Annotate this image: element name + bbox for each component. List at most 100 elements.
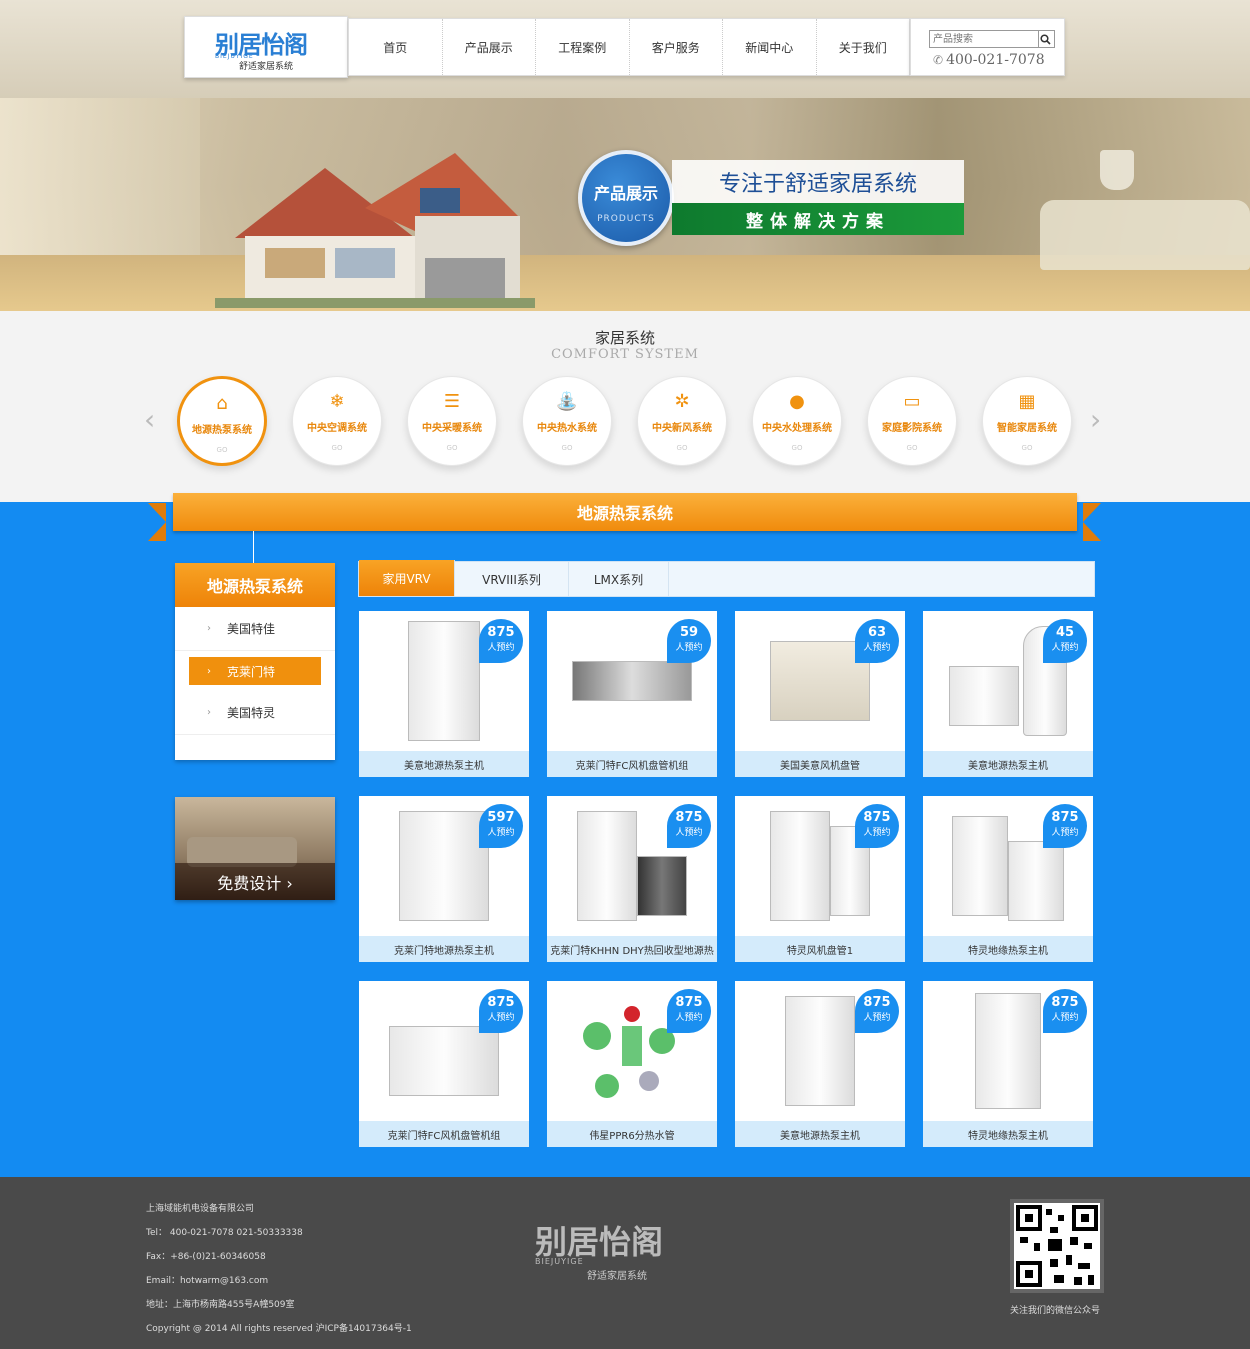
- droplet-icon: ●: [789, 391, 805, 412]
- footer: 上海域能机电设备有限公司 Tel： 400-021-7078 021-50333…: [0, 1177, 1250, 1349]
- system-item-heating[interactable]: ☰ 中央采暖系统 GO: [407, 376, 497, 466]
- footer-logo-text: 别居怡阁: [535, 1223, 664, 1261]
- sidebar-title: 地源热泵系统: [175, 563, 335, 607]
- product-name: 克莱门特FC风机盘管机组: [359, 1121, 529, 1147]
- email[interactable]: Email：hotwarm@163.com: [146, 1269, 412, 1293]
- system-label: 中央热水系统: [537, 423, 597, 434]
- nav-about[interactable]: 关于我们: [817, 19, 910, 75]
- product-name: 美意地源热泵主机: [923, 751, 1093, 777]
- product-card[interactable]: 875 人预约 特灵地缘热泵主机: [923, 796, 1093, 962]
- nav-home[interactable]: 首页: [349, 19, 443, 75]
- product-card[interactable]: 875 人预约 美意地源热泵主机: [735, 981, 905, 1147]
- system-label: 中央水处理系统: [762, 423, 832, 434]
- system-label: 中央空调系统: [307, 423, 367, 434]
- monitor-icon: ▭: [903, 391, 921, 412]
- product-card[interactable]: 597 人预约 克莱门特地源热泵主机: [359, 796, 529, 962]
- product-card[interactable]: 59 人预约 克莱门特FC风机盘管机组: [547, 611, 717, 777]
- systems-title: 家居系统: [594, 329, 655, 347]
- address: 地址：上海市杨南路455号A幢509室: [146, 1300, 295, 1310]
- product-tabs: 家用VRV VRVIII系列 LMX系列: [358, 560, 1095, 597]
- search-input[interactable]: [929, 30, 1039, 48]
- logo-tagline: 舒适家居系统: [238, 62, 293, 72]
- product-card[interactable]: 875 人预约 克莱门特FC风机盘管机组: [359, 981, 529, 1147]
- product-card[interactable]: 875 人预约 克莱门特KHHN DHY热回收型地源热: [547, 796, 717, 962]
- systems-subtitle: COMFORT SYSTEM: [551, 347, 699, 362]
- booking-badge: 597 人预约: [479, 804, 523, 848]
- free-design-banner[interactable]: 免费设计 ›: [175, 797, 335, 900]
- booking-badge: 875 人预约: [855, 804, 899, 848]
- product-name: 特灵风机盘管1: [735, 936, 905, 962]
- ribbon-left-tail: [148, 503, 166, 541]
- connector-line: [253, 531, 254, 563]
- booking-badge: 875 人预约: [479, 619, 523, 663]
- go-link: GO: [1021, 444, 1033, 452]
- sidebar-item-trane-jia[interactable]: 美国特佳: [175, 607, 335, 651]
- next-arrow-icon[interactable]: ›: [1090, 403, 1101, 436]
- product-card[interactable]: 63 人预约 美国美意风机盘管: [735, 611, 905, 777]
- go-link: GO: [906, 444, 918, 452]
- booking-label: 人预约: [487, 1013, 515, 1023]
- system-item-smart-home[interactable]: ▦ 智能家居系统 GO: [982, 376, 1072, 466]
- booking-label: 人预约: [1051, 828, 1079, 838]
- system-item-ground-source[interactable]: ⌂ 地源热泵系统 GO: [177, 376, 267, 466]
- system-item-hot-water[interactable]: ⛲ 中央热水系统 GO: [522, 376, 612, 466]
- booking-label: 人预约: [1051, 643, 1079, 653]
- company-name: 上海域能机电设备有限公司: [146, 1204, 255, 1214]
- product-name: 美意地源热泵主机: [359, 751, 529, 777]
- booking-count: 59: [679, 625, 699, 640]
- product-card[interactable]: 875 人预约 美意地源热泵主机: [359, 611, 529, 777]
- system-label: 智能家居系统: [997, 423, 1057, 434]
- telephone: Tel： 400-021-7078 021-50333338: [146, 1228, 303, 1238]
- go-link: GO: [331, 444, 343, 452]
- booking-label: 人预约: [1051, 1013, 1079, 1023]
- brand-sidebar: 地源热泵系统 美国特佳 克莱门特 美国特灵: [175, 563, 335, 760]
- hotline: ✆ 400-021-7078: [933, 52, 1045, 68]
- product-name: 克莱门特FC风机盘管机组: [547, 751, 717, 777]
- booking-badge: 63 人预约: [855, 619, 899, 663]
- product-card[interactable]: 875 人预约 伟星PPR6分热水管: [547, 981, 717, 1147]
- search-button[interactable]: [1037, 30, 1055, 48]
- phone-icon: ✆: [933, 53, 944, 67]
- booking-count: 875: [863, 995, 891, 1010]
- system-label: 中央新风系统: [652, 423, 712, 434]
- product-card[interactable]: 875 人预约 特灵地缘热泵主机: [923, 981, 1093, 1147]
- booking-count: 875: [675, 810, 703, 825]
- tab-lmx[interactable]: LMX系列: [569, 562, 669, 596]
- system-item-home-theater[interactable]: ▭ 家庭影院系统 GO: [867, 376, 957, 466]
- product-card[interactable]: 45 人预约 美意地源热泵主机: [923, 611, 1093, 777]
- booking-badge: 875 人预约: [1043, 989, 1087, 1033]
- nav-service[interactable]: 客户服务: [630, 19, 723, 75]
- prev-arrow-icon[interactable]: ‹: [144, 403, 155, 436]
- tab-home-vrv[interactable]: 家用VRV: [359, 560, 455, 596]
- section-title: 地源热泵系统: [173, 493, 1077, 531]
- house-icon: ⌂: [216, 393, 228, 414]
- sidebar-item-label: 美国特灵: [227, 706, 276, 720]
- phone-number: 400-021-7078: [946, 52, 1045, 68]
- nav-products[interactable]: 产品展示: [443, 19, 536, 75]
- system-item-air-conditioning[interactable]: ❄ 中央空调系统 GO: [292, 376, 382, 466]
- product-name: 特灵地缘热泵主机: [923, 936, 1093, 962]
- booking-label: 人预约: [675, 828, 703, 838]
- system-label: 家庭影院系统: [882, 423, 942, 434]
- sidebar-item-climaveneta[interactable]: 克莱门特: [189, 657, 321, 685]
- badge-title: 产品展示: [593, 184, 658, 203]
- product-card[interactable]: 875 人预约 特灵风机盘管1: [735, 796, 905, 962]
- qr-caption: 关注我们的微信公众号: [1009, 1306, 1100, 1316]
- logo[interactable]: 别居怡阁 BIEJUYIGE 舒适家居系统: [184, 16, 348, 78]
- tab-vrviii[interactable]: VRVIII系列: [455, 562, 569, 596]
- go-link: GO: [676, 444, 688, 452]
- footer-logo: 别居怡阁 BIEJUYIGE 舒适家居系统: [535, 1217, 715, 1297]
- nav-news[interactable]: 新闻中心: [723, 19, 817, 75]
- nav-cases[interactable]: 工程案例: [536, 19, 630, 75]
- sidebar-item-trane[interactable]: 美国特灵: [175, 691, 335, 735]
- footer-logo-tagline: 舒适家居系统: [587, 1271, 647, 1282]
- system-label: 中央采暖系统: [422, 423, 482, 434]
- booking-label: 人预约: [487, 643, 515, 653]
- system-item-fresh-air[interactable]: ✲ 中央新风系统 GO: [637, 376, 727, 466]
- booking-label: 人预约: [863, 643, 891, 653]
- go-link: GO: [791, 444, 803, 452]
- booking-label: 人预约: [675, 643, 703, 653]
- system-item-water-treatment[interactable]: ● 中央水处理系统 GO: [752, 376, 842, 466]
- banner-slogan-secondary: 整体解决方案: [672, 203, 964, 235]
- booking-badge: 875 人预约: [855, 989, 899, 1033]
